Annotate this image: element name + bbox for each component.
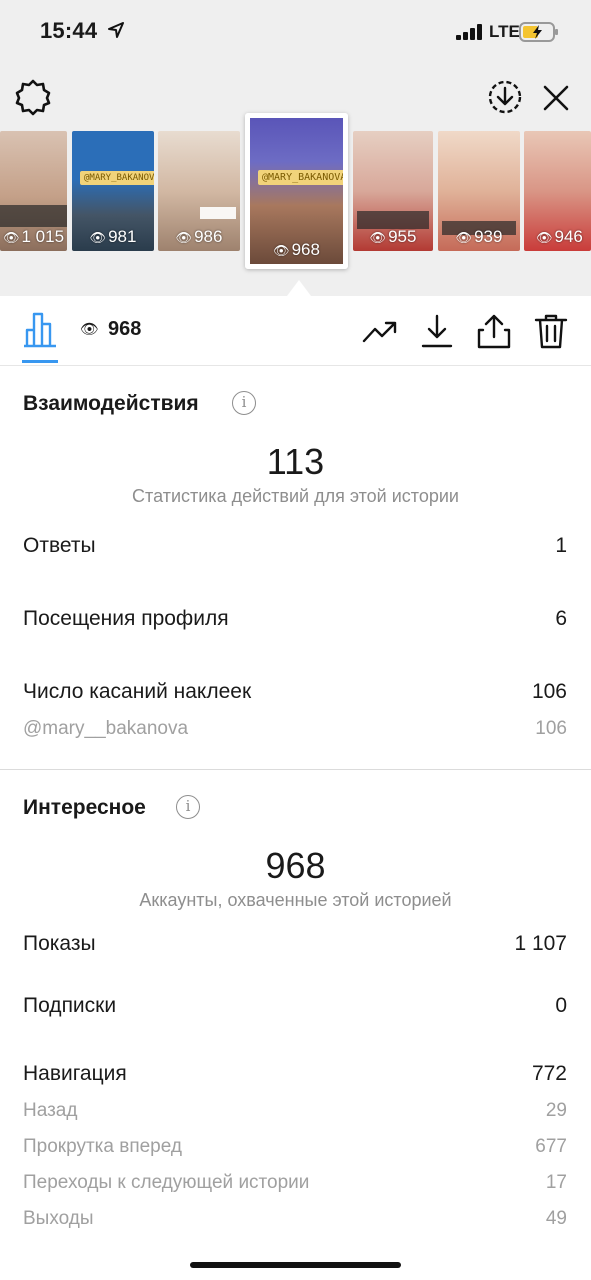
insights-toolbar: 👁 968 xyxy=(0,296,591,366)
story-views: 1 015 xyxy=(21,227,65,246)
status-bar: 15:44 LTE xyxy=(0,0,591,66)
story-thumbnail[interactable]: 👁 1 015 xyxy=(0,131,67,251)
story-views: 946 xyxy=(554,227,583,246)
replies-label: Ответы xyxy=(23,534,96,557)
trending-icon[interactable] xyxy=(362,313,398,349)
story-views: 955 xyxy=(388,227,417,246)
download-circle-icon[interactable] xyxy=(487,79,523,115)
battery-icon xyxy=(519,22,558,42)
story-thumbnail[interactable]: @MARY_BAKANOVA 👁 981 xyxy=(72,131,154,251)
story-thumbnail[interactable]: 👁 955 xyxy=(353,131,433,251)
sticker-mention-label[interactable]: @mary__bakanova xyxy=(23,718,188,740)
forward-value: 677 xyxy=(535,1136,567,1157)
story-thumbnail[interactable]: 👁 986 xyxy=(158,131,240,251)
section-divider xyxy=(0,769,591,770)
eye-icon: 👁 xyxy=(369,230,387,245)
next-story-value: 17 xyxy=(545,1172,567,1193)
story-thumbnail[interactable]: 👁 946 xyxy=(524,131,591,251)
story-views: 968 xyxy=(291,240,320,259)
selected-story-pointer xyxy=(287,280,311,296)
navigation-value: 772 xyxy=(531,1062,567,1085)
share-icon[interactable] xyxy=(476,313,512,349)
discovery-total: 968 xyxy=(265,845,326,886)
interactions-total: 113 xyxy=(266,441,325,482)
eye-icon: 👁 xyxy=(175,230,193,245)
discovery-subtitle: Аккаунты, охваченные этой историей xyxy=(139,890,452,910)
eye-icon: 👁 xyxy=(2,230,20,245)
info-icon[interactable]: i xyxy=(176,795,200,819)
eye-icon: 👁 xyxy=(536,230,553,245)
next-story-label: Переходы к следующей истории xyxy=(23,1172,310,1193)
network-type: LTE xyxy=(489,22,520,41)
profile-visits-label: Посещения профиля xyxy=(23,607,229,630)
close-icon[interactable] xyxy=(540,82,572,114)
back-label: Назад xyxy=(23,1100,78,1121)
trash-icon[interactable] xyxy=(533,313,569,349)
active-tab-indicator xyxy=(22,360,58,363)
impressions-value: 1 107 xyxy=(514,932,567,955)
info-icon[interactable]: i xyxy=(232,391,256,415)
story-mention-tag: @MARY_BAKANOVA xyxy=(258,170,343,185)
story-views: 986 xyxy=(194,227,223,246)
download-icon[interactable] xyxy=(419,313,455,349)
profile-visits-value: 6 xyxy=(555,607,567,630)
story-mention-tag: @MARY_BAKANOVA xyxy=(80,171,154,185)
sticker-taps-label: Число касаний наклеек xyxy=(23,680,252,703)
story-views: 939 xyxy=(474,227,503,246)
gear-icon[interactable] xyxy=(14,78,52,116)
home-indicator[interactable] xyxy=(190,1262,401,1268)
exits-label: Выходы xyxy=(23,1208,94,1229)
eye-icon: 👁 xyxy=(80,321,100,338)
bar-chart-icon[interactable] xyxy=(22,310,58,348)
forward-label: Прокрутка вперед xyxy=(23,1136,182,1157)
navigation-label: Навигация xyxy=(23,1062,127,1085)
sticker-mention-value: 106 xyxy=(535,718,567,739)
story-thumbnail-selected[interactable]: @MARY_BAKANOVA 👁 968 xyxy=(245,113,348,269)
exits-value: 49 xyxy=(545,1208,567,1229)
back-value: 29 xyxy=(545,1100,567,1121)
interactions-subtitle: Статистика действий для этой истории xyxy=(132,486,459,506)
status-time: 15:44 xyxy=(40,18,98,43)
eye-icon: 👁 xyxy=(455,230,473,245)
eye-icon: 👁 xyxy=(89,230,107,245)
impressions-label: Показы xyxy=(23,932,96,955)
story-strip-area: 15:44 LTE 👁 1 015 @MARY_BAKANOVA 👁 981 👁… xyxy=(0,0,591,296)
signal-icon xyxy=(456,24,482,40)
follows-value: 0 xyxy=(555,994,567,1017)
reach-count: 968 xyxy=(108,318,142,340)
eye-icon: 👁 xyxy=(273,243,290,258)
replies-value: 1 xyxy=(555,534,567,557)
interactions-title: Взаимодействия xyxy=(23,392,199,415)
location-arrow-icon xyxy=(108,22,124,38)
story-thumbnail[interactable]: 👁 939 xyxy=(438,131,520,251)
discovery-title: Интересное xyxy=(23,796,146,819)
sticker-taps-value: 106 xyxy=(531,680,567,703)
story-views: 981 xyxy=(108,227,137,246)
follows-label: Подписки xyxy=(23,994,117,1017)
